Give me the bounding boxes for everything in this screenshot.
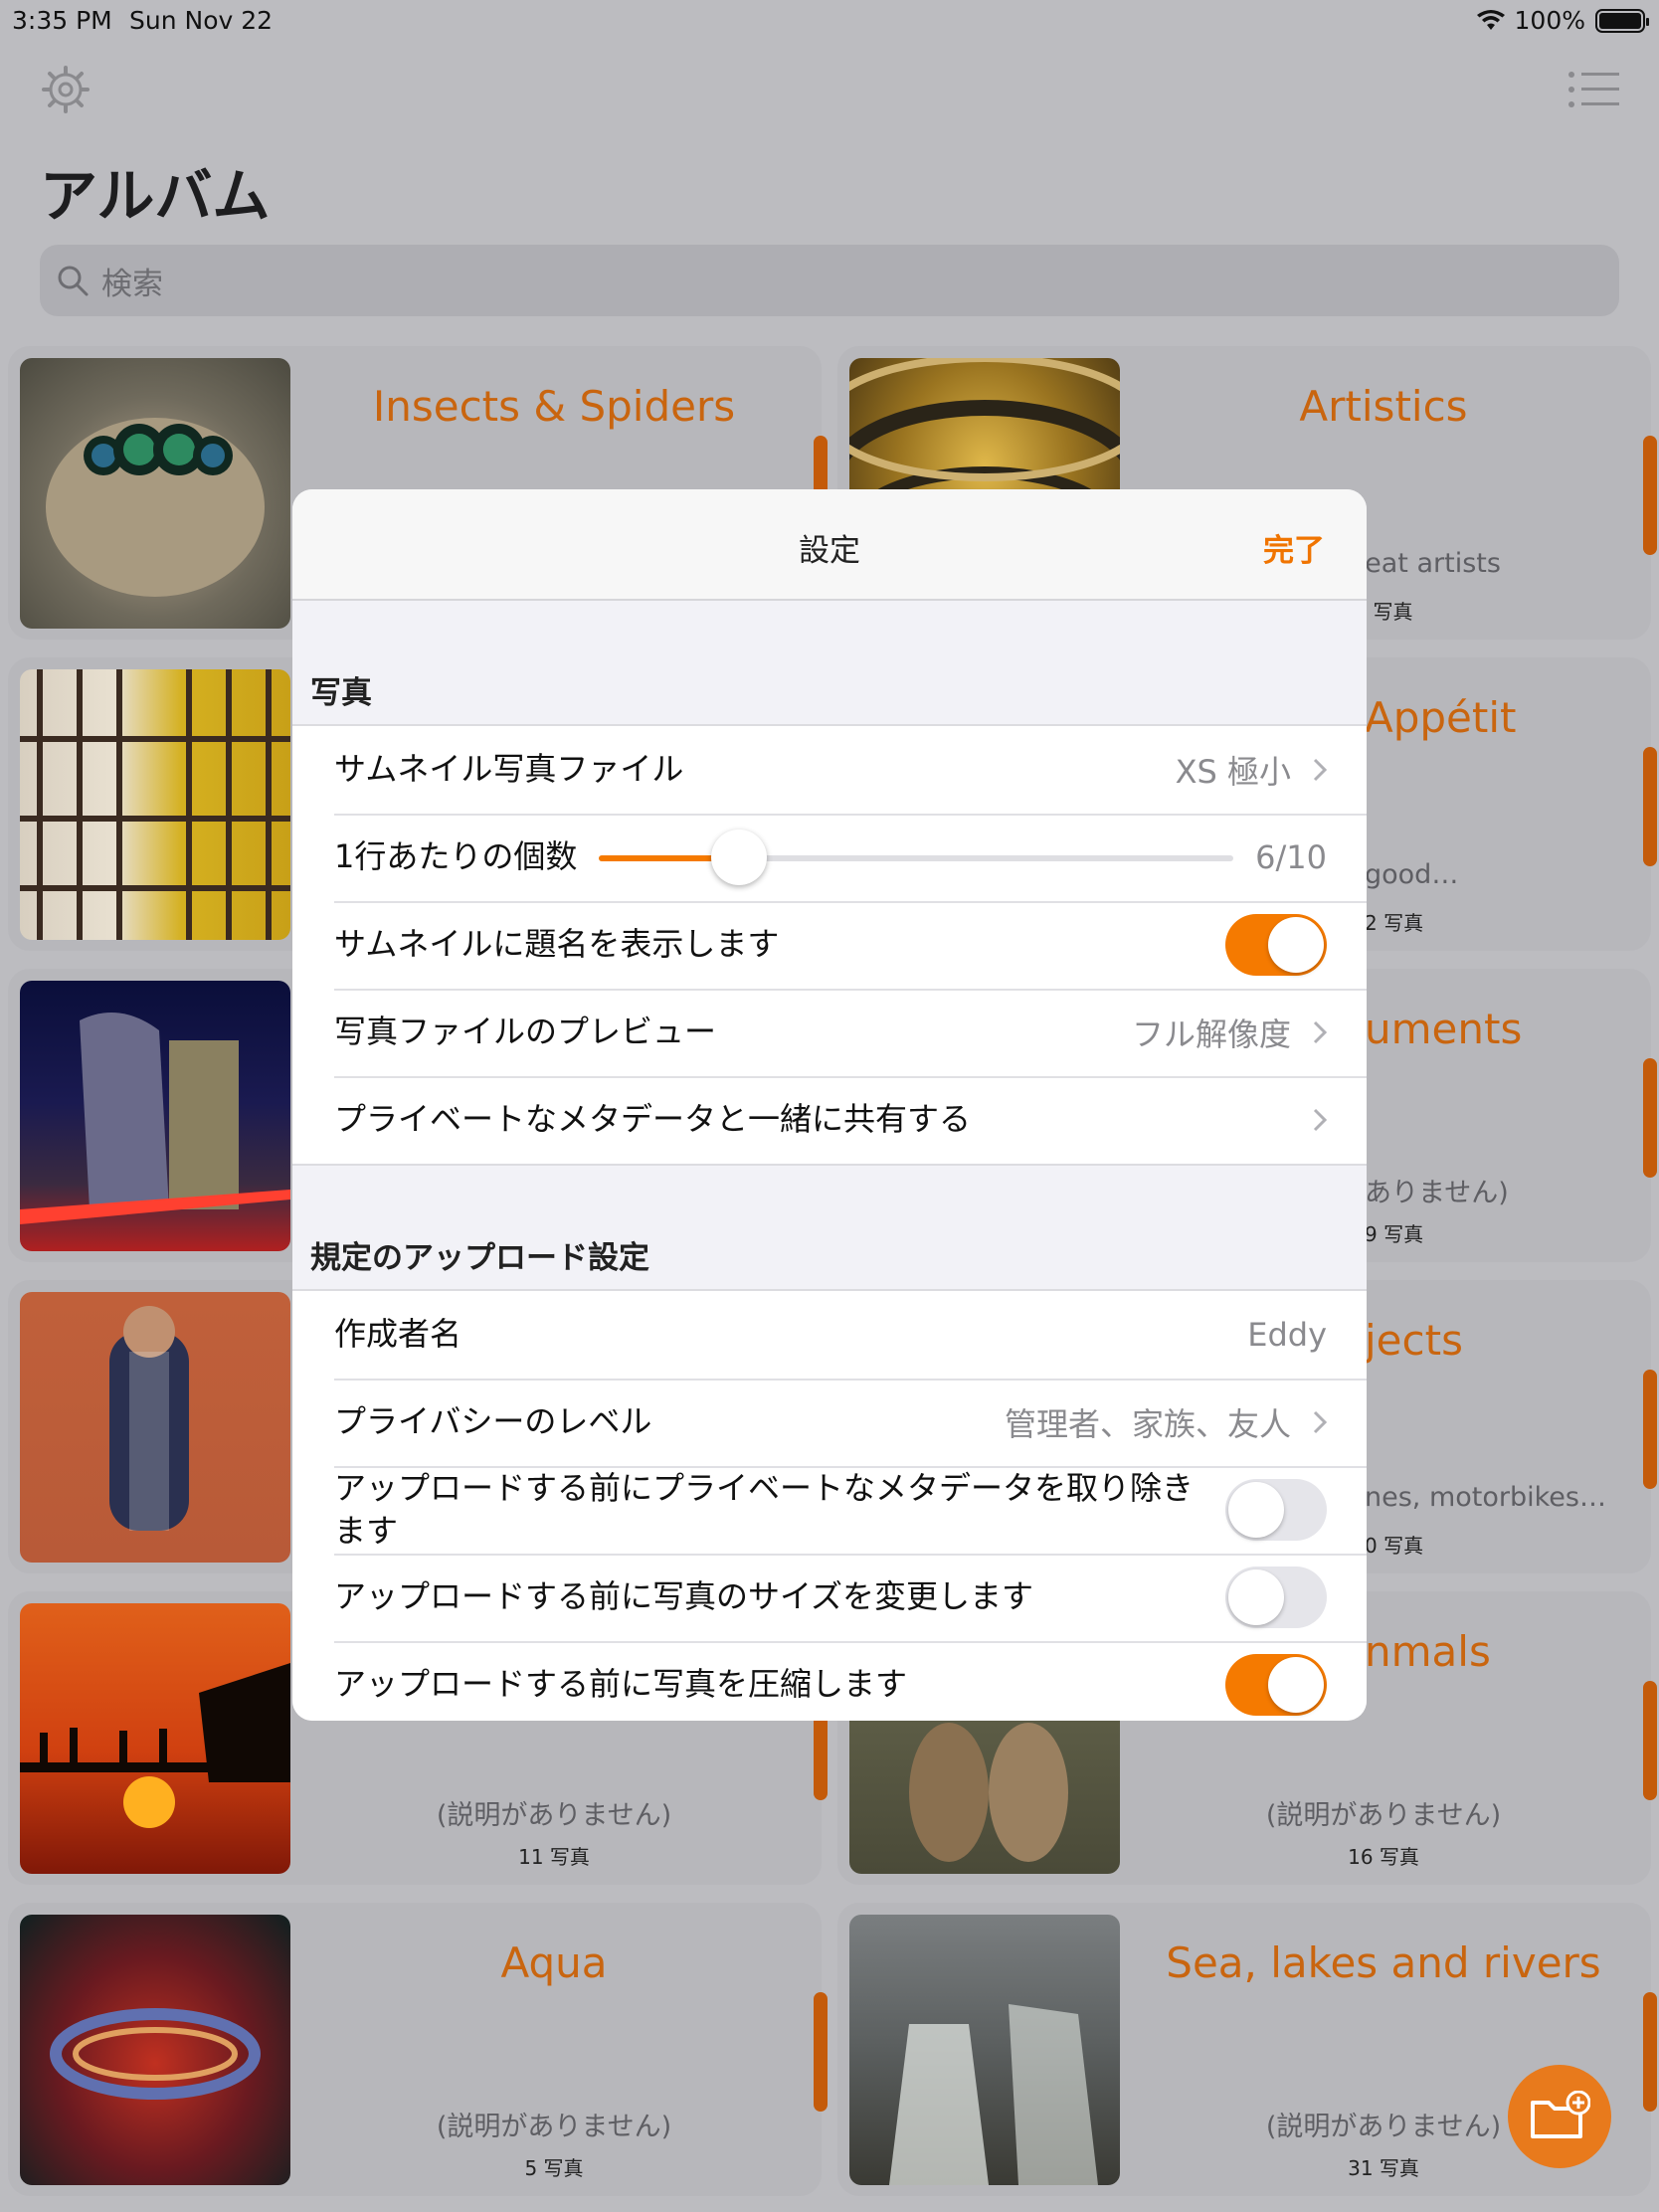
add-album-button[interactable] <box>1508 2065 1611 2168</box>
row-value: フル解像度 <box>1131 1015 1291 1053</box>
album-thumbnail <box>20 1603 290 1874</box>
folder-add-icon <box>1531 2091 1590 2138</box>
album-title: Artistics <box>1299 382 1468 431</box>
thumbnail-file-row[interactable]: サムネイル写真ファイル XS 極小 <box>292 726 1367 814</box>
preview-file-row[interactable]: 写真ファイルのプレビュー フル解像度 <box>292 989 1367 1076</box>
chevron-right-icon <box>1313 1020 1327 1044</box>
strip-metadata-row: アップロードする前にプライベートなメタデータを取り除きます <box>292 1466 1367 1554</box>
battery-percent: 100% <box>1514 6 1585 35</box>
search-bar[interactable]: 検索 <box>40 245 1619 316</box>
resize-row: アップロードする前に写真のサイズを変更します <box>292 1554 1367 1641</box>
author-value[interactable]: Eddy <box>1247 1316 1327 1354</box>
album-title: Appétit <box>1365 693 1517 742</box>
chevron-right-icon <box>1313 1108 1327 1132</box>
author-row[interactable]: 作成者名 Eddy <box>292 1291 1367 1379</box>
row-value: 6/10 <box>1255 838 1327 876</box>
upload-group: 作成者名 Eddy プライバシーのレベル 管理者、家族、友人 アップロードする前… <box>292 1289 1367 1721</box>
row-label: アップロードする前にプライベートなメタデータを取り除きます <box>334 1468 1195 1550</box>
share-private-row[interactable]: プライベートなメタデータと一緒に共有する <box>292 1076 1367 1164</box>
album-description: (説明がありません) <box>436 2112 672 2142</box>
album-title: Aqua <box>500 1938 608 1987</box>
status-date: Sun Nov 22 <box>129 6 274 35</box>
compress-toggle[interactable] <box>1225 1654 1327 1716</box>
album-description: ありません) <box>1365 1178 1509 1208</box>
album-title: uments <box>1365 1005 1523 1053</box>
list-icon[interactable] <box>1567 70 1619 109</box>
battery-icon <box>1595 8 1649 33</box>
row-label: アップロードする前に写真を圧縮します <box>334 1665 908 1704</box>
row-label: サムネイル写真ファイル <box>334 750 684 789</box>
section-title: 規定のアップロード設定 <box>310 1240 649 1276</box>
section-header-photos: 写真 <box>292 601 1367 724</box>
album-description: (説明がありません) <box>1265 1800 1502 1831</box>
album-description: nes, motorbikes… <box>1365 1482 1606 1513</box>
page-title: アルバム <box>40 162 271 230</box>
section-title: 写真 <box>310 675 372 711</box>
album-tab[interactable] <box>1643 1681 1657 1800</box>
album-description: good… <box>1365 859 1459 890</box>
album-thumbnail <box>20 358 290 629</box>
album-tab[interactable] <box>1643 747 1657 866</box>
strip-metadata-toggle[interactable] <box>1225 1479 1327 1541</box>
album-tab[interactable] <box>1643 1370 1657 1489</box>
show-titles-row: サムネイルに題名を表示します <box>292 901 1367 989</box>
status-time: 3:35 PM <box>12 6 112 35</box>
album-title: Insects & Spiders <box>372 382 736 431</box>
done-button[interactable]: 完了 <box>1263 525 1325 570</box>
search-placeholder: 検索 <box>101 266 163 302</box>
album-count: 11 写真 <box>518 1845 590 1869</box>
modal-header: 設定 完了 <box>292 489 1367 601</box>
row-label: プライベートなメタデータと一緒に共有する <box>334 1100 972 1139</box>
row-value: XS 極小 <box>1175 753 1291 791</box>
resize-toggle[interactable] <box>1225 1567 1327 1628</box>
album-tab[interactable] <box>1643 1992 1657 2112</box>
chevron-right-icon <box>1313 1410 1327 1434</box>
album-thumbnail <box>20 1292 290 1563</box>
section-header-upload: 規定のアップロード設定 <box>292 1166 1367 1289</box>
gear-icon[interactable] <box>40 64 92 115</box>
album-thumbnail <box>20 669 290 940</box>
album-title: jects <box>1365 1316 1463 1365</box>
status-right: 100% <box>1476 6 1649 35</box>
row-label: プライバシーのレベル <box>334 1402 652 1441</box>
album-count: 5 写真 <box>524 2156 584 2180</box>
wifi-icon <box>1476 9 1505 30</box>
album-thumbnail <box>849 1915 1120 2185</box>
album-count: 0 写真 <box>1365 1534 1424 1558</box>
status-bar: 3:35 PM Sun Nov 22 100% <box>0 0 1659 40</box>
privacy-row[interactable]: プライバシーのレベル 管理者、家族、友人 <box>292 1379 1367 1466</box>
modal-title: 設定 <box>799 533 860 569</box>
slider-thumb[interactable] <box>710 830 767 885</box>
album-count: 9 写真 <box>1365 1222 1424 1246</box>
search-icon <box>58 266 89 296</box>
per-row-row: 1行あたりの個数 6/10 <box>292 814 1367 901</box>
row-label: 写真ファイルのプレビュー <box>334 1013 717 1051</box>
row-value: 管理者、家族、友人 <box>1004 1405 1291 1443</box>
album-count: 2 写真 <box>1365 911 1424 935</box>
album-title: Sea, lakes and rivers <box>1166 1938 1601 1987</box>
album-count: 16 写真 <box>1348 1845 1419 1869</box>
album-card[interactable]: Aqua (説明がありません) 5 写真 <box>8 1903 828 2196</box>
row-label: アップロードする前に写真のサイズを変更します <box>334 1577 1034 1616</box>
album-description: (説明がありません) <box>436 1800 672 1831</box>
album-title: nmals <box>1365 1627 1491 1676</box>
album-tab[interactable] <box>1643 1058 1657 1178</box>
album-tab[interactable] <box>1643 436 1657 555</box>
per-row-slider[interactable] <box>599 827 1234 888</box>
row-label: 作成者名 <box>334 1315 462 1354</box>
compress-row: アップロードする前に写真を圧縮します <box>292 1641 1367 1721</box>
chevron-right-icon <box>1313 758 1327 782</box>
row-label: サムネイルに題名を表示します <box>334 925 780 964</box>
album-tab[interactable] <box>814 1992 828 2112</box>
album-thumbnail <box>20 1915 290 2185</box>
settings-modal: 設定 完了 写真 サムネイル写真ファイル XS 極小 1行あたりの個数 6/10… <box>292 489 1367 1721</box>
row-label: 1行あたりの個数 <box>334 837 578 876</box>
album-thumbnail <box>20 981 290 1251</box>
photos-group: サムネイル写真ファイル XS 極小 1行あたりの個数 6/10 サムネイルに題名… <box>292 724 1367 1166</box>
show-titles-toggle[interactable] <box>1225 914 1327 976</box>
